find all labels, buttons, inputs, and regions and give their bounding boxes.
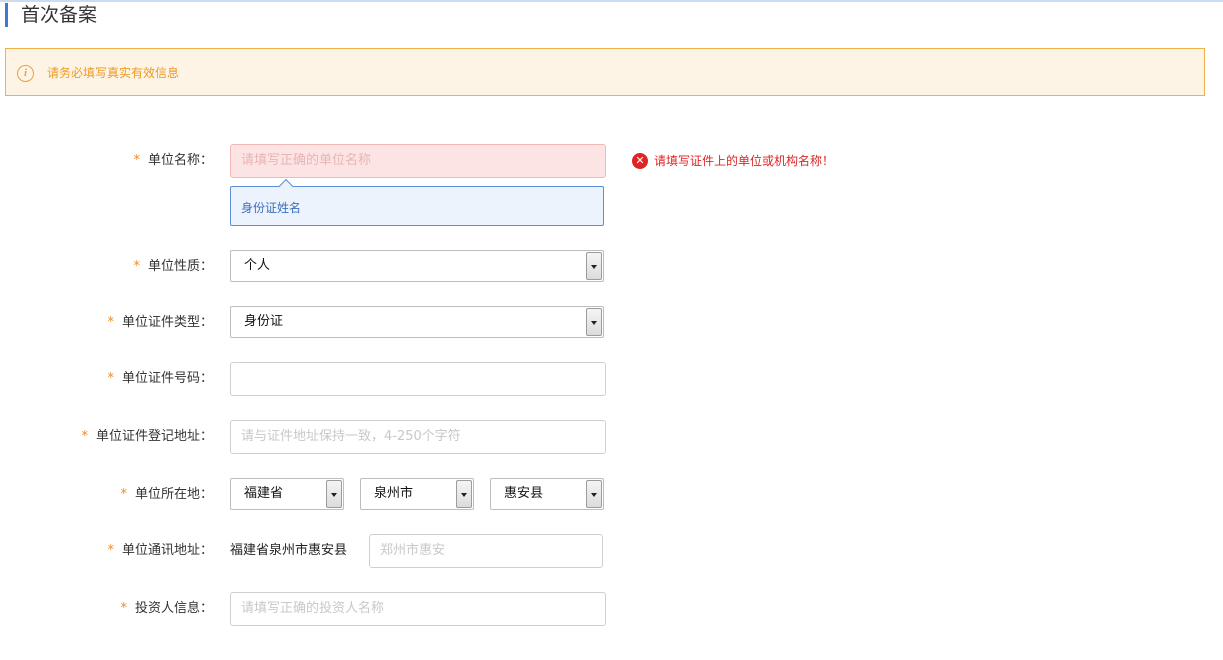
city-select[interactable]: 泉州市 — [360, 478, 474, 510]
chevron-down-icon[interactable] — [586, 308, 602, 336]
cert-type-value: 身份证 — [244, 314, 284, 329]
city-value: 泉州市 — [374, 486, 414, 501]
investor-input[interactable]: 请填写正确的投资人名称 — [230, 592, 606, 626]
unit-name-input[interactable]: 请填写正确的单位名称 — [230, 144, 606, 178]
unit-name-error: 请填写证件上的单位或机构名称！ — [654, 154, 835, 168]
unit-nature-select[interactable]: 个人 — [230, 250, 604, 282]
unit-name-label: * 单位名称： — [133, 153, 213, 168]
investor-label: * 投资人信息： — [120, 601, 213, 616]
info-icon: i — [17, 65, 34, 82]
notice-text: 请务必填写真实有效信息 — [47, 66, 180, 80]
mail-address-input[interactable]: 郑州市惠安 — [369, 534, 603, 568]
cert-type-select[interactable]: 身份证 — [230, 306, 604, 338]
county-value: 惠安县 — [504, 486, 544, 501]
cert-number-input[interactable] — [230, 362, 606, 396]
chevron-down-icon[interactable] — [586, 480, 602, 508]
unit-nature-value: 个人 — [244, 258, 271, 273]
cert-address-input[interactable]: 请与证件地址保持一致，4-250个字符 — [230, 420, 606, 454]
unit-nature-label: * 单位性质： — [133, 259, 213, 274]
chevron-down-icon[interactable] — [586, 252, 602, 280]
title-accent-bar — [5, 3, 8, 27]
required-mark: * — [133, 153, 140, 168]
suggestion-pointer — [278, 178, 294, 194]
province-value: 福建省 — [244, 486, 284, 501]
unit-name-suggestion[interactable]: 身份证姓名 — [230, 178, 604, 226]
cert-address-label: * 单位证件登记地址： — [81, 429, 213, 444]
cert-type-label: * 单位证件类型： — [107, 315, 213, 330]
county-select[interactable]: 惠安县 — [490, 478, 604, 510]
error-icon: ✕ — [632, 153, 648, 169]
top-divider — [0, 0, 1223, 2]
mail-address-label: * 单位通讯地址： — [107, 543, 213, 558]
province-select[interactable]: 福建省 — [230, 478, 344, 510]
chevron-down-icon[interactable] — [456, 480, 472, 508]
location-label: * 单位所在地： — [120, 487, 213, 502]
notice-banner: i 请务必填写真实有效信息 — [5, 48, 1205, 96]
suggestion-item[interactable]: 身份证姓名 — [241, 199, 301, 216]
page-title: 首次备案 — [21, 4, 98, 26]
mail-address-prefix: 福建省泉州市惠安县 — [230, 543, 348, 558]
chevron-down-icon[interactable] — [326, 480, 342, 508]
cert-number-label: * 单位证件号码： — [107, 371, 213, 386]
